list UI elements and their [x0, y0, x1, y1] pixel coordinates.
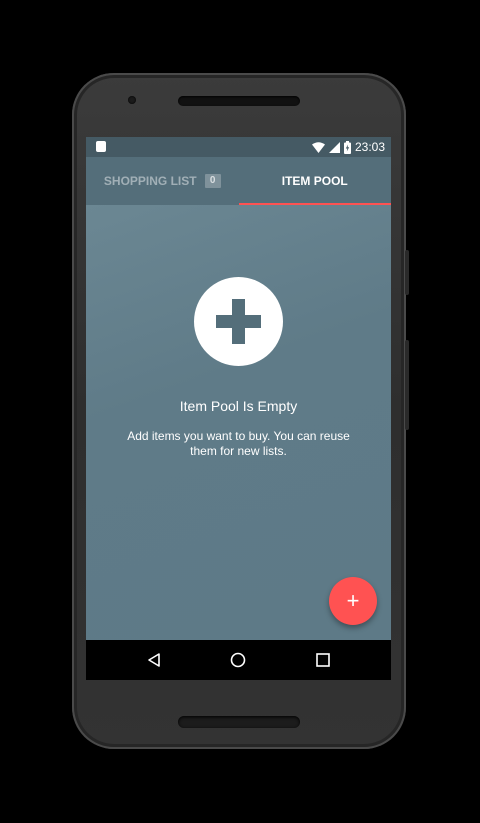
app-screen: 23:03 SHOPPING LIST 0 ITEM POOL Item Poo… [86, 137, 391, 680]
plus-icon [216, 299, 261, 344]
android-notification-icon [96, 141, 106, 152]
tab-item-pool[interactable]: ITEM POOL [238, 157, 392, 205]
top-speaker [178, 96, 300, 106]
signal-icon [328, 141, 340, 153]
bottom-speaker [178, 716, 300, 728]
status-time: 23:03 [354, 140, 385, 154]
status-icons: 23:03 [311, 139, 385, 155]
back-icon [148, 653, 160, 667]
navigation-bar [86, 640, 391, 680]
home-icon [230, 652, 246, 668]
volume-button [405, 250, 409, 295]
item-pool-content: Item Pool Is Empty Add items you want to… [86, 205, 391, 640]
empty-state-description: Add items you want to buy. You can reuse… [127, 429, 350, 458]
shopping-list-count-badge: 0 [204, 174, 221, 188]
battery-charging-icon [343, 140, 351, 154]
recents-button[interactable] [313, 650, 333, 670]
tab-shopping-list[interactable]: SHOPPING LIST 0 [86, 157, 239, 205]
front-camera [128, 96, 136, 104]
tab-shopping-list-label: SHOPPING LIST [103, 174, 197, 188]
empty-state-circle [194, 277, 283, 366]
wifi-icon [311, 141, 325, 153]
tab-item-pool-label: ITEM POOL [281, 174, 348, 188]
back-button[interactable] [144, 650, 164, 670]
add-item-fab[interactable]: + [329, 577, 377, 625]
recents-icon [316, 653, 330, 667]
fab-plus-icon: + [346, 588, 360, 613]
empty-state-title: Item Pool Is Empty [179, 398, 298, 414]
status-bar: 23:03 [86, 137, 391, 157]
tab-bar: SHOPPING LIST 0 ITEM POOL [86, 157, 391, 205]
home-button[interactable] [228, 650, 248, 670]
power-button [405, 340, 409, 430]
